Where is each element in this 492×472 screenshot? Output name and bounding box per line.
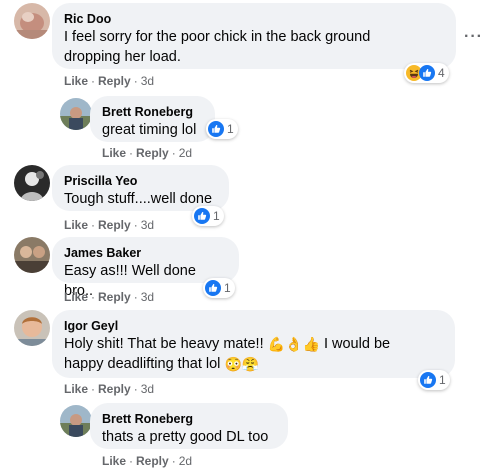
like-button[interactable]: Like (64, 218, 88, 232)
like-icon (194, 208, 210, 224)
like-button[interactable]: Like (64, 382, 88, 396)
like-icon (208, 121, 224, 137)
comment-author[interactable]: James Baker (64, 245, 227, 261)
comment-bubble: Brett Roneberg thats a pretty good DL to… (90, 403, 288, 449)
comment-author[interactable]: Brett Roneberg (102, 104, 203, 120)
comment-actions: Like · Reply · 2d (102, 454, 193, 468)
timestamp[interactable]: 3d (141, 290, 154, 304)
like-button[interactable]: Like (64, 290, 88, 304)
comment-author[interactable]: Brett Roneberg (102, 411, 276, 427)
comment-author[interactable]: Ric Doo (64, 11, 444, 27)
reply-button[interactable]: Reply (98, 74, 131, 88)
comment-actions: Like · Reply · 2d (102, 146, 193, 160)
like-button[interactable]: Like (64, 74, 88, 88)
avatar-ric-doo[interactable] (14, 3, 50, 39)
timestamp[interactable]: 2d (179, 146, 192, 160)
reply-button[interactable]: Reply (98, 218, 131, 232)
emoji-group: 😳😤 (224, 356, 260, 372)
comment-bubble: Igor Geyl Holy shit! That be heavy mate!… (52, 310, 455, 378)
reaction-summary[interactable]: 1 (418, 370, 450, 390)
avatar-igor-geyl[interactable] (14, 310, 50, 346)
like-button[interactable]: Like (102, 454, 126, 468)
reaction-count: 1 (227, 122, 234, 136)
reaction-count: 4 (438, 66, 445, 80)
reaction-summary[interactable]: 1 (203, 278, 235, 298)
more-options-icon[interactable]: ··· (464, 28, 488, 45)
reaction-count: 1 (224, 281, 231, 295)
comment-actions: Like · Reply · 3d (64, 382, 155, 396)
comment-author[interactable]: Priscilla Yeo (64, 173, 217, 189)
comment-bubble: Brett Roneberg great timing lol (90, 96, 215, 142)
comment-actions: Like · Reply · 3d (64, 218, 155, 232)
avatar-priscilla-yeo[interactable] (14, 165, 50, 201)
comment-bubble: James Baker Easy as!!! Well done bro.. (52, 237, 239, 299)
reply-button[interactable]: Reply (136, 146, 169, 160)
emoji-group: 💪👌👍 (267, 336, 320, 352)
timestamp[interactable]: 3d (141, 218, 154, 232)
avatar-brett-roneberg[interactable] (60, 98, 92, 130)
comment-actions: Like · Reply · 3d (64, 74, 155, 88)
comment-text: Tough stuff....well done (64, 191, 213, 207)
like-icon (419, 65, 435, 81)
comment-author[interactable]: Igor Geyl (64, 318, 443, 334)
like-icon (205, 280, 221, 296)
comment-text: I feel sorry for the poor chick in the b… (64, 29, 371, 45)
comment-text: Holy shit! That be heavy mate!! 💪👌👍 I wo… (64, 336, 391, 352)
reaction-count: 1 (213, 209, 220, 223)
reply-button[interactable]: Reply (98, 290, 131, 304)
reaction-count: 1 (439, 373, 446, 387)
comment-bubble: Ric Doo I feel sorry for the poor chick … (52, 3, 456, 69)
reaction-summary[interactable]: 4 (404, 63, 449, 83)
avatar-brett-roneberg[interactable] (60, 405, 92, 437)
comment-text: thats a pretty good DL too (102, 429, 269, 445)
timestamp[interactable]: 3d (141, 382, 154, 396)
comment-text: dropping her load. (64, 49, 181, 65)
timestamp[interactable]: 2d (179, 454, 192, 468)
comment-text: happy deadlifting that lol 😳😤 (64, 356, 260, 372)
reply-button[interactable]: Reply (136, 454, 169, 468)
like-icon (420, 372, 436, 388)
comment-bubble: Priscilla Yeo Tough stuff....well done (52, 165, 229, 211)
avatar-james-baker[interactable] (14, 237, 50, 273)
timestamp[interactable]: 3d (141, 74, 154, 88)
reply-button[interactable]: Reply (98, 382, 131, 396)
comment-text: great timing lol (102, 122, 197, 138)
reaction-summary[interactable]: 1 (192, 206, 224, 226)
like-button[interactable]: Like (102, 146, 126, 160)
comment-actions: Like · Reply · 3d (64, 290, 155, 304)
reaction-summary[interactable]: 1 (206, 119, 238, 139)
